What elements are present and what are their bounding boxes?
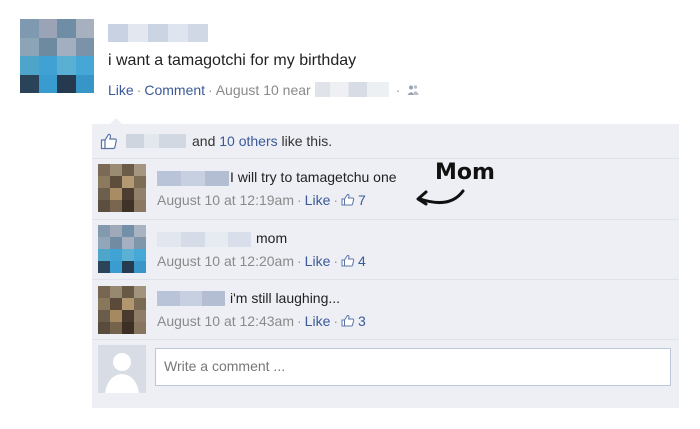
like-count-value: 4 — [358, 253, 366, 269]
comment-text: I will try to tamagetchu one — [230, 169, 397, 185]
commenter-avatar[interactable] — [98, 225, 146, 273]
comment-text: i'm still laughing... — [230, 290, 341, 306]
comment-meta: August 10 at 12:43am · Like · 3 — [157, 313, 366, 329]
comment-text: mom — [256, 230, 288, 246]
default-avatar-silhouette-icon — [98, 345, 146, 393]
meta-separator: · — [297, 313, 302, 329]
thumbs-up-icon — [341, 314, 355, 327]
likes-tail-text: like this. — [281, 133, 333, 149]
post-text: i want a tamagotchi for my birthday — [108, 52, 357, 69]
commenter-name-blurred[interactable] — [157, 291, 225, 306]
meta-separator: · — [333, 192, 339, 208]
comment-meta: August 10 at 12:20am · Like · 4 — [157, 253, 366, 269]
meta-separator: · — [395, 82, 401, 98]
poster-name[interactable] — [108, 24, 208, 42]
comment-like-link[interactable]: Like — [305, 313, 331, 329]
comment-like-link[interactable]: Like — [305, 192, 331, 208]
post-comment-link[interactable]: Comment — [144, 82, 205, 98]
commenter-avatar[interactable] — [98, 164, 146, 212]
post-location-blurred[interactable] — [314, 82, 389, 97]
post-like-link[interactable]: Like — [108, 82, 134, 98]
meta-separator: · — [297, 253, 302, 269]
meta-separator: · — [333, 313, 339, 329]
post-meta: Like · Comment · August 10 near · — [108, 82, 419, 98]
divider — [92, 279, 679, 280]
people-icon[interactable] — [407, 84, 419, 96]
commenter-name-blurred[interactable] — [157, 171, 229, 186]
likes-and-text: and — [192, 133, 216, 149]
divider — [92, 339, 679, 340]
meta-separator: · — [297, 192, 302, 208]
comment-like-link[interactable]: Like — [305, 253, 331, 269]
commenter-name-blurred[interactable] — [157, 232, 251, 247]
post-date[interactable]: August 10 near — [216, 82, 311, 98]
likes-others-link[interactable]: 10 others — [219, 133, 277, 149]
divider — [92, 158, 679, 159]
comment-like-count[interactable]: 7 — [341, 192, 366, 208]
comment-timestamp[interactable]: August 10 at 12:19am — [157, 192, 294, 208]
write-comment-input[interactable]: Write a comment ... — [155, 348, 671, 386]
like-count-value: 7 — [358, 192, 366, 208]
meta-separator: · — [208, 82, 213, 98]
divider — [92, 219, 679, 220]
like-count-value: 3 — [358, 313, 366, 329]
thumbs-up-icon — [341, 193, 355, 206]
meta-separator: · — [333, 253, 339, 269]
liker-name-blurred[interactable] — [126, 134, 186, 148]
annotation-label: Mom — [435, 160, 495, 185]
thumbs-up-icon — [100, 133, 117, 150]
thumbs-up-icon — [341, 254, 355, 267]
meta-separator: · — [136, 82, 142, 98]
curved-arrow-icon — [416, 189, 465, 206]
comment-timestamp[interactable]: August 10 at 12:20am — [157, 253, 294, 269]
comment-like-count[interactable]: 4 — [341, 253, 366, 269]
comment-timestamp[interactable]: August 10 at 12:43am — [157, 313, 294, 329]
post-avatar[interactable] — [20, 19, 94, 93]
likes-summary: and 10 others like this. — [100, 131, 332, 151]
comment-like-count[interactable]: 3 — [341, 313, 366, 329]
comment-meta: August 10 at 12:19am · Like · 7 — [157, 192, 366, 208]
commenter-avatar[interactable] — [98, 286, 146, 334]
default-avatar-icon — [98, 345, 146, 393]
